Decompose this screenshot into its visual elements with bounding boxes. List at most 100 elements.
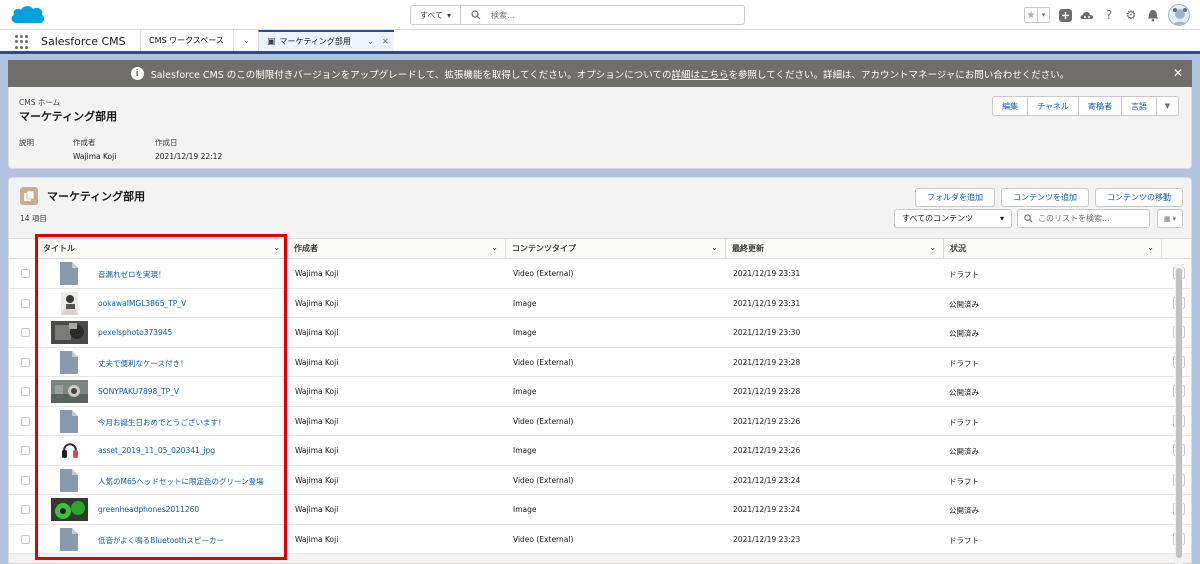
chevron-down-icon[interactable]: ⌄ — [233, 30, 259, 51]
status-cell: 公開済み — [949, 506, 979, 515]
chevron-down-icon[interactable]: ⌄ — [367, 37, 374, 46]
help-icon[interactable]: ? — [1102, 8, 1116, 22]
global-header: すべて ▾ ★ ▾ ? ⚙ — [0, 0, 1200, 30]
salesforce-logo[interactable] — [9, 3, 47, 27]
breadcrumb[interactable]: CMS ホーム — [19, 97, 60, 108]
content-title-link[interactable]: ookawaIMGL3865_TP_V — [98, 299, 186, 308]
table-row[interactable]: ookawaIMGL3865_TP_V Wajima Koji Image 2021/… — [9, 288, 1191, 318]
list-search-input[interactable] — [1038, 214, 1148, 223]
app-name: Salesforce CMS — [41, 35, 126, 48]
add-folder-button[interactable]: フォルダを追加 — [915, 188, 995, 207]
row-select-checkbox[interactable] — [21, 357, 30, 367]
column-label: 最終更新 — [732, 244, 764, 253]
column-label: 作成者 — [294, 244, 318, 253]
item-count: 14 項目 — [20, 214, 47, 223]
row-select-checkbox[interactable] — [21, 505, 30, 514]
more-actions-button[interactable]: ▼ — [1157, 96, 1179, 116]
column-header-status[interactable]: 状況 ⌄ — [944, 239, 1162, 258]
favorites-chevron-icon[interactable]: ▾ — [1037, 8, 1049, 22]
column-label: タイトル — [43, 244, 75, 253]
table-row[interactable]: asset_2019_11_05_020341_jpg Wajima Koji Im… — [9, 436, 1191, 466]
page-header: CMS ホーム マーケティング部用 編集 チャネル 寄稿者 言語 ▼ 説明 作成… — [8, 87, 1192, 169]
column-header-content-type[interactable]: コンテンツタイプ ⌄ — [506, 239, 726, 258]
channels-button[interactable]: チャネル — [1028, 96, 1079, 116]
column-header-title[interactable]: タイトル ⌄ — [37, 239, 288, 258]
app-launcher-icon[interactable] — [15, 35, 29, 49]
close-icon[interactable]: ✕ — [1173, 66, 1183, 80]
banner-details-link[interactable]: 詳細はこちら — [672, 67, 729, 81]
chevron-down-icon: ▾ — [447, 10, 452, 20]
field-label: 作成者 — [73, 138, 96, 147]
close-tab-icon[interactable]: ✕ — [382, 37, 389, 46]
table-row[interactable]: 丈夫で便利なケース付き！ Wajima Koji Video (External) 2… — [9, 347, 1191, 377]
chevron-down-icon[interactable]: ⌄ — [1147, 243, 1154, 252]
favorites-star-icon[interactable]: ★ — [1025, 8, 1037, 22]
search-input[interactable] — [491, 7, 731, 23]
scrollbar-thumb[interactable] — [1176, 268, 1182, 558]
table-row[interactable]: 低音がよく鳴るBluetoothスピーカー Wajima Koji Video (E… — [9, 524, 1191, 554]
chevron-down-icon[interactable]: ⌄ — [491, 243, 498, 252]
row-select-checkbox[interactable] — [21, 269, 30, 278]
edit-button[interactable]: 編集 — [992, 96, 1029, 116]
chevron-down-icon[interactable]: ⌄ — [273, 243, 280, 252]
setup-gear-icon[interactable]: ⚙ — [1124, 8, 1138, 22]
status-cell: 公開済み — [949, 447, 979, 456]
content-title-link[interactable]: greenheadphones2011260 — [98, 505, 199, 514]
contributors-button[interactable]: 寄稿者 — [1079, 96, 1122, 116]
global-search[interactable]: すべて ▾ — [410, 5, 745, 25]
row-select-checkbox[interactable] — [21, 416, 30, 426]
status-cell: ドラフト — [949, 417, 979, 427]
content-title-link[interactable]: 人気のM65ヘッドセットに限定色のグリーン登場 — [98, 476, 264, 487]
trailhead-icon[interactable] — [1080, 8, 1094, 22]
add-content-button[interactable]: コンテンツを追加 — [1001, 188, 1089, 207]
status-cell: ドラフト — [949, 476, 979, 486]
row-select-checkbox[interactable] — [21, 387, 30, 396]
content-title-link[interactable]: SONYPAKU7898_TP_V — [98, 387, 179, 396]
last-modified-cell: 2021/12/19 23:26 — [733, 416, 801, 426]
content-type-cell: Video (External) — [513, 534, 574, 544]
table-row[interactable]: SONYPAKU7898_TP_V Wajima Koji Image 2021/12… — [9, 377, 1191, 407]
status-cell: 公開済み — [949, 329, 979, 338]
content-title-link[interactable]: 丈夫で便利なケース付き！ — [98, 358, 188, 369]
tab-cms-workspace[interactable]: CMS ワークスペース ⌄ — [140, 30, 258, 51]
content-list-card: マーケティング部用 14 項目 フォルダを追加 コンテンツを追加 コンテンツの移… — [8, 177, 1192, 564]
content-filter-select[interactable]: すべてのコンテンツ ▾ — [894, 209, 1012, 228]
row-select-checkbox[interactable] — [21, 298, 30, 308]
table-scrollbar[interactable] — [1175, 264, 1183, 564]
content-title-link[interactable]: asset_2019_11_05_020341_jpg — [98, 446, 215, 455]
table-row[interactable]: 人気のM65ヘッドセットに限定色のグリーン登場 Wajima Koji Video … — [9, 465, 1191, 495]
favorites-button[interactable]: ★ ▾ — [1024, 7, 1050, 23]
author-cell: Wajima Koji — [295, 387, 339, 396]
table-row[interactable]: 音漏れゼロを実現！ Wajima Koji Video (External) 2021… — [9, 259, 1191, 289]
last-modified-cell: 2021/12/19 23:24 — [733, 475, 801, 485]
table-row[interactable]: pexelsphoto373945 Wajima Koji Image 2021/12… — [9, 318, 1191, 348]
content-title-link[interactable]: 今月お誕生日おめでとうございます！ — [98, 417, 226, 428]
languages-button[interactable]: 言語 — [1122, 96, 1157, 116]
row-select-checkbox[interactable] — [21, 475, 30, 485]
content-title-link[interactable]: pexelsphoto373945 — [98, 328, 172, 337]
tab-marketing-workspace[interactable]: ▣ マーケティング部用 ⌄ ✕ — [258, 30, 394, 51]
move-content-button[interactable]: コンテンツの移動 — [1095, 188, 1183, 207]
header-button-group: 編集 チャネル 寄稿者 言語 ▼ — [992, 96, 1179, 116]
row-select-checkbox[interactable] — [21, 534, 30, 544]
user-avatar[interactable] — [1168, 4, 1190, 26]
table-row[interactable]: greenheadphones2011260 Wajima Koji Image 20… — [9, 495, 1191, 525]
notifications-bell-icon[interactable] — [1146, 8, 1160, 22]
column-header-author[interactable]: 作成者 ⌄ — [288, 239, 506, 258]
status-cell: ドラフト — [949, 358, 979, 368]
search-scope-select[interactable]: すべて ▾ — [411, 6, 461, 24]
chevron-down-icon[interactable]: ⌄ — [929, 243, 936, 252]
display-as-button[interactable]: ▦ ▾ — [1157, 209, 1183, 228]
row-select-checkbox[interactable] — [21, 328, 30, 337]
list-search[interactable] — [1017, 209, 1150, 228]
chevron-down-icon[interactable]: ⌄ — [711, 243, 718, 252]
filter-value: すべてのコンテンツ — [902, 214, 974, 223]
content-title-link[interactable]: 低音がよく鳴るBluetoothスピーカー — [98, 535, 224, 546]
table-row[interactable]: 今月お誕生日おめでとうございます！ Wajima Koji Video (Exter… — [9, 406, 1191, 436]
row-select-checkbox[interactable] — [21, 446, 30, 455]
add-icon[interactable] — [1058, 8, 1072, 22]
column-header-last-modified[interactable]: 最終更新 ⌄ — [726, 239, 944, 258]
last-modified-cell: 2021/12/19 23:28 — [733, 387, 801, 396]
last-modified-cell: 2021/12/19 23:31 — [733, 298, 801, 308]
content-title-link[interactable]: 音漏れゼロを実現！ — [98, 269, 166, 280]
